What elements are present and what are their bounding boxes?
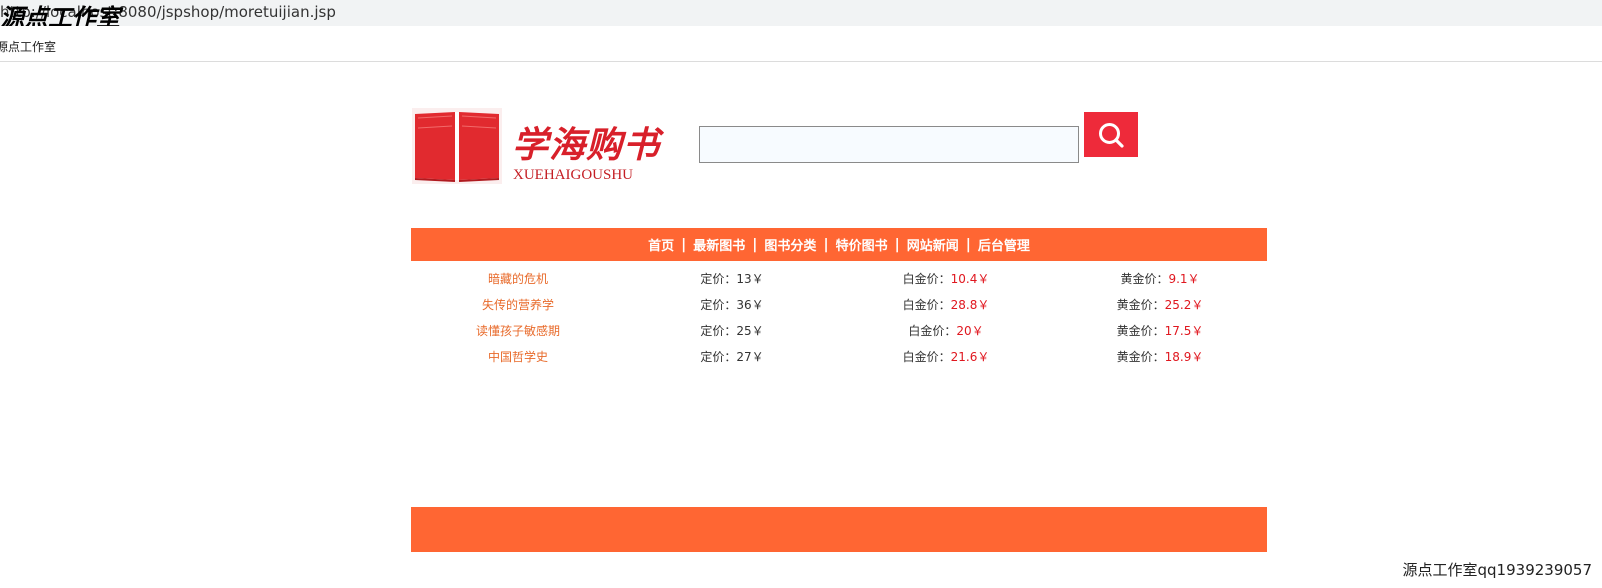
platinum-price-label: 白金价： bbox=[902, 271, 951, 286]
gold-price-label: 黄金价： bbox=[1116, 349, 1165, 364]
open-book-icon bbox=[412, 108, 502, 184]
currency-symbol: ￥ bbox=[977, 271, 990, 286]
currency-symbol: ￥ bbox=[751, 271, 764, 286]
platinum-price-value: 28.8 bbox=[950, 297, 978, 312]
book-link[interactable]: 暗藏的危机 bbox=[488, 272, 548, 286]
currency-symbol: ￥ bbox=[977, 349, 990, 364]
list-price-value: 25 bbox=[736, 323, 752, 338]
platinum-price-value: 10.4 bbox=[950, 271, 978, 286]
list-price-label: 定价： bbox=[700, 349, 737, 364]
book-name-cell: 暗藏的危机 bbox=[411, 265, 625, 291]
currency-symbol: ￥ bbox=[1191, 297, 1204, 312]
book-list: 暗藏的危机 定价：13￥ 白金价：10.4￥ 黄金价：9.1￥ 失传的营养学 定… bbox=[411, 265, 1267, 369]
search-button[interactable] bbox=[1084, 112, 1138, 157]
list-price-label: 定价： bbox=[700, 271, 737, 286]
gold-price-value: 25.2 bbox=[1164, 297, 1192, 312]
watermark-bottom: 源点工作室qq1939239057 bbox=[1402, 561, 1592, 579]
nav-latest-books[interactable]: 最新图书 bbox=[693, 235, 745, 254]
gold-price-value: 9.1 bbox=[1168, 271, 1188, 286]
list-price-label: 定价： bbox=[700, 323, 737, 338]
gold-price-label: 黄金价： bbox=[1116, 323, 1165, 338]
table-row: 读懂孩子敏感期 定价：25￥ 白金价：20￥ 黄金价：17.5￥ bbox=[411, 317, 1267, 343]
browser-tab-strip: 源点工作室 bbox=[0, 26, 1602, 62]
platinum-price-cell: 白金价：28.8￥ bbox=[839, 291, 1053, 317]
nav-separator: | bbox=[752, 236, 758, 253]
nav-separator: | bbox=[681, 236, 687, 253]
gold-price-cell: 黄金价：18.9￥ bbox=[1053, 343, 1267, 369]
table-row: 中国哲学史 定价：27￥ 白金价：21.6￥ 黄金价：18.9￥ bbox=[411, 343, 1267, 369]
currency-symbol: ￥ bbox=[1187, 271, 1200, 286]
browser-tab-title[interactable]: 源点工作室 bbox=[0, 38, 56, 55]
nav-separator: | bbox=[965, 236, 971, 253]
currency-symbol: ￥ bbox=[1191, 349, 1204, 364]
currency-symbol: ￥ bbox=[751, 297, 764, 312]
list-price-cell: 定价：25￥ bbox=[625, 317, 839, 343]
nav-special-offers[interactable]: 特价图书 bbox=[836, 235, 888, 254]
browser-address-bar: http://localhost:8080/jspshop/moretuijia… bbox=[0, 0, 1602, 32]
nav-separator: | bbox=[823, 236, 829, 253]
platinum-price-value: 21.6 bbox=[950, 349, 978, 364]
list-price-value: 27 bbox=[736, 349, 752, 364]
list-price-value: 36 bbox=[736, 297, 752, 312]
platinum-price-label: 白金价： bbox=[902, 297, 951, 312]
book-link[interactable]: 中国哲学史 bbox=[488, 350, 548, 364]
main-nav: 首页 | 最新图书 | 图书分类 | 特价图书 | 网站新闻 | 后台管理 bbox=[411, 228, 1267, 261]
list-price-value: 13 bbox=[736, 271, 752, 286]
logo-chinese-text: 学海购书 bbox=[512, 124, 661, 166]
gold-price-label: 黄金价： bbox=[1116, 297, 1165, 312]
platinum-price-value: 20 bbox=[956, 323, 972, 338]
currency-symbol: ￥ bbox=[971, 323, 984, 338]
book-name-cell: 读懂孩子敏感期 bbox=[411, 317, 625, 343]
platinum-price-label: 白金价： bbox=[908, 323, 957, 338]
list-price-cell: 定价：36￥ bbox=[625, 291, 839, 317]
currency-symbol: ￥ bbox=[977, 297, 990, 312]
gold-price-cell: 黄金价：25.2￥ bbox=[1053, 291, 1267, 317]
platinum-price-label: 白金价： bbox=[902, 349, 951, 364]
table-row: 失传的营养学 定价：36￥ 白金价：28.8￥ 黄金价：25.2￥ bbox=[411, 291, 1267, 317]
nav-home[interactable]: 首页 bbox=[648, 235, 674, 254]
site-logo[interactable]: 学海购书 XUEHAIGOUSHU bbox=[412, 108, 659, 188]
platinum-price-cell: 白金价：20￥ bbox=[839, 317, 1053, 343]
book-name-cell: 失传的营养学 bbox=[411, 291, 625, 317]
currency-symbol: ￥ bbox=[1191, 323, 1204, 338]
table-row: 暗藏的危机 定价：13￥ 白金价：10.4￥ 黄金价：9.1￥ bbox=[411, 265, 1267, 291]
search-icon bbox=[1099, 123, 1124, 148]
list-price-cell: 定价：27￥ bbox=[625, 343, 839, 369]
search-input[interactable] bbox=[699, 126, 1079, 163]
nav-separator: | bbox=[894, 236, 900, 253]
gold-price-value: 17.5 bbox=[1164, 323, 1192, 338]
book-name-cell: 中国哲学史 bbox=[411, 343, 625, 369]
gold-price-value: 18.9 bbox=[1164, 349, 1192, 364]
nav-admin[interactable]: 后台管理 bbox=[978, 235, 1030, 254]
logo-english-text: XUEHAIGOUSHU bbox=[513, 167, 633, 183]
nav-book-categories[interactable]: 图书分类 bbox=[764, 235, 816, 254]
currency-symbol: ￥ bbox=[751, 323, 764, 338]
platinum-price-cell: 白金价：21.6￥ bbox=[839, 343, 1053, 369]
nav-site-news[interactable]: 网站新闻 bbox=[907, 235, 959, 254]
list-price-cell: 定价：13￥ bbox=[625, 265, 839, 291]
platinum-price-cell: 白金价：10.4￥ bbox=[839, 265, 1053, 291]
gold-price-cell: 黄金价：9.1￥ bbox=[1053, 265, 1267, 291]
gold-price-label: 黄金价： bbox=[1120, 271, 1169, 286]
footer-bar bbox=[411, 507, 1267, 552]
book-link[interactable]: 失传的营养学 bbox=[482, 298, 554, 312]
list-price-label: 定价： bbox=[700, 297, 737, 312]
gold-price-cell: 黄金价：17.5￥ bbox=[1053, 317, 1267, 343]
currency-symbol: ￥ bbox=[751, 349, 764, 364]
book-link[interactable]: 读懂孩子敏感期 bbox=[476, 324, 560, 338]
